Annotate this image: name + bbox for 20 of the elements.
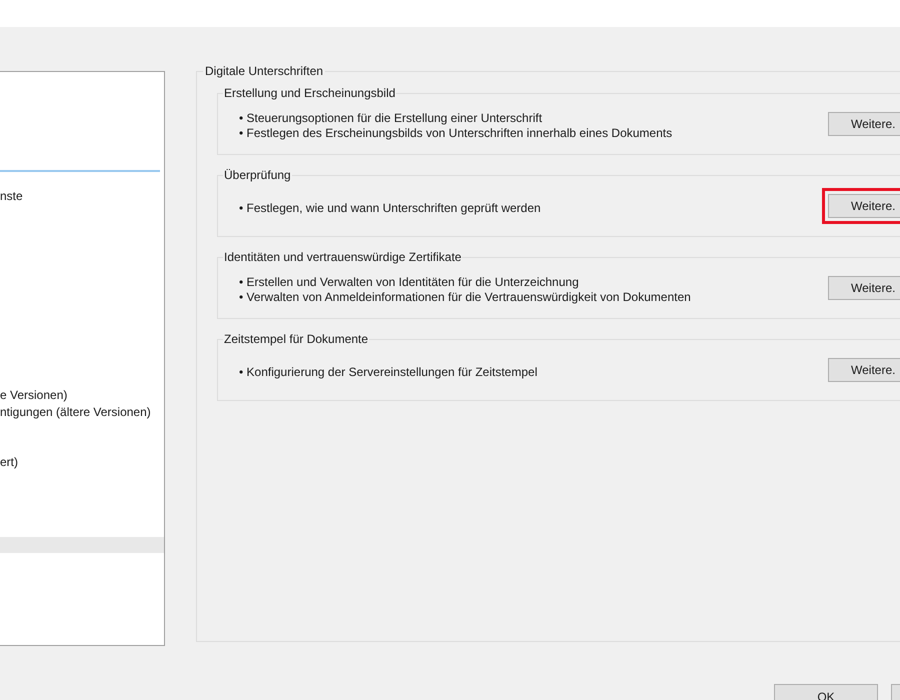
bullet-text: • Verwalten von Anmeldeinformationen für die Vertrauenswürdigkeit von Dokumenten [239, 290, 692, 305]
section-title: Zeitstempel für Dokumente [223, 332, 370, 346]
section-title: Erstellung und Erscheinungsbild [223, 86, 396, 100]
list-item[interactable]: e Versionen) [0, 387, 164, 404]
section-title: Identitäten und vertrauenswürdige Zertifikate [223, 250, 462, 264]
bullet-text: • Festlegen, wie und wann Unterschriften geprüft werden [239, 200, 542, 216]
list-item[interactable]: ntigungen (ältere Versionen) [0, 404, 164, 420]
more-button[interactable]: Weitere. [828, 194, 900, 218]
group-title: Digitale Unterschriften [203, 64, 326, 78]
bullet-text: • Steuerungsoptionen für die Erstellung einer Unterschrift [239, 111, 544, 126]
more-button[interactable]: Weitere. [828, 358, 900, 382]
list-item[interactable]: nste [0, 188, 164, 205]
section-title: Überprüfung [223, 168, 292, 182]
bullet-text: • Konfigurierung der Servereinstellungen für Zeitstempel [239, 364, 538, 380]
more-button[interactable]: Weitere. [828, 276, 900, 300]
list-item[interactable]: ert) [0, 454, 164, 470]
list-item[interactable] [0, 536, 164, 554]
bullet-text: • Festlegen des Erscheinungsbilds von Unterschriften innerhalb eines Dokuments [239, 126, 674, 141]
bullet-text: • Erstellen und Verwalten von Identitäten für die Unterzeichnung [239, 275, 580, 290]
more-button[interactable]: Weitere. [828, 112, 900, 136]
